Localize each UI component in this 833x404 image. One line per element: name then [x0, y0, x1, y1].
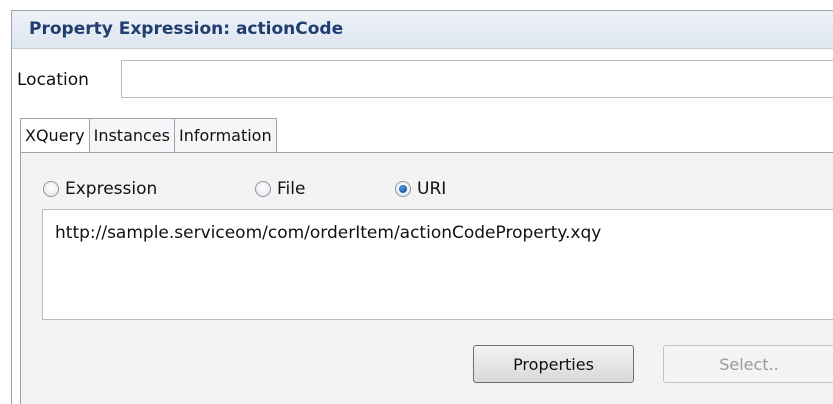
file-radio[interactable]: File — [255, 179, 305, 199]
uri-text-area[interactable]: http://sample.serviceom/com/orderItem/ac… — [42, 209, 833, 320]
radio-checked-icon — [395, 181, 411, 197]
uri-radio-label: URI — [417, 179, 447, 199]
source-type-radio-group: Expression File URI — [21, 179, 833, 203]
location-label: Location — [17, 70, 89, 90]
file-radio-label: File — [277, 179, 306, 199]
expression-radio[interactable]: Expression — [43, 179, 157, 199]
radio-unchecked-icon — [255, 181, 271, 197]
expression-radio-label: Expression — [65, 179, 158, 199]
tab-information[interactable]: Information — [173, 118, 277, 152]
tab-instances[interactable]: Instances — [88, 118, 175, 152]
dialog-title-bar: Property Expression: actionCode — [12, 11, 833, 49]
xquery-tab-panel: Expression File URI http://sample.servic… — [20, 152, 833, 404]
uri-radio[interactable]: URI — [395, 179, 446, 199]
properties-button[interactable]: Properties — [473, 345, 634, 383]
tab-xquery[interactable]: XQuery — [20, 118, 90, 153]
tab-bar: XQuery Instances Information — [20, 118, 277, 153]
select-button[interactable]: Select.. — [663, 345, 833, 383]
dialog-title: Property Expression: actionCode — [29, 19, 344, 39]
location-input[interactable] — [121, 60, 833, 98]
radio-unchecked-icon — [43, 181, 59, 197]
